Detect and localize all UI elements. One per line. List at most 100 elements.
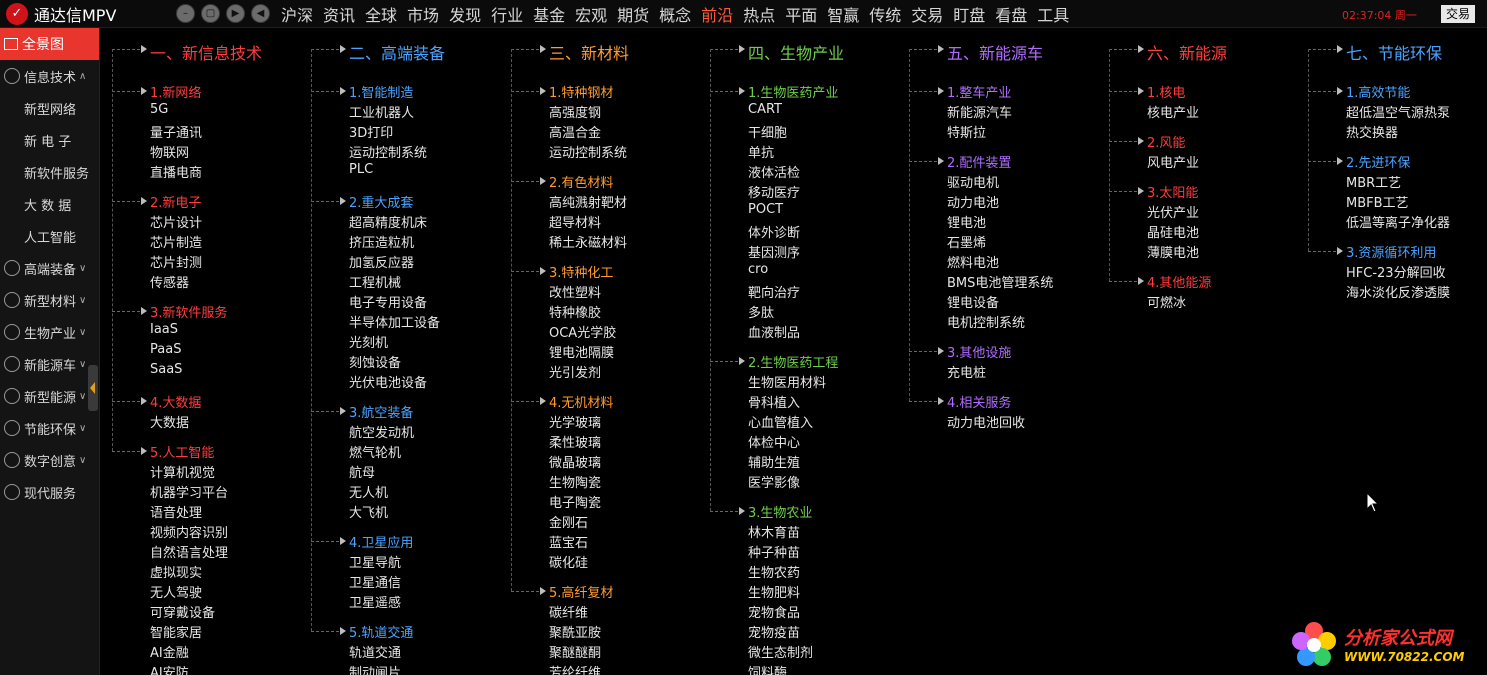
sidebar-subitem[interactable]: 新型网络 xyxy=(0,92,99,124)
concept-item[interactable]: 晶硅电池 xyxy=(1147,222,1199,241)
window-button-1[interactable]: ▢ xyxy=(201,4,220,23)
concept-item[interactable]: AI金融 xyxy=(150,642,189,661)
concept-item[interactable]: 大飞机 xyxy=(349,502,388,521)
section-title[interactable]: 3.太阳能 xyxy=(1147,182,1198,201)
concept-item[interactable]: AI安防 xyxy=(150,662,189,675)
section-title[interactable]: 2.配件装置 xyxy=(947,152,1011,171)
concept-item[interactable]: 林木育苗 xyxy=(748,522,800,541)
concept-item[interactable]: 高温合金 xyxy=(549,122,601,141)
concept-item[interactable]: PaaS xyxy=(150,342,181,357)
concept-item[interactable]: 特种橡胶 xyxy=(549,302,601,321)
concept-item[interactable]: 石墨烯 xyxy=(947,232,986,251)
concept-item[interactable]: OCA光学胶 xyxy=(549,322,616,341)
section-title[interactable]: 3.生物农业 xyxy=(748,502,812,521)
concept-item[interactable]: 聚酰亚胺 xyxy=(549,622,601,641)
top-menu-item[interactable]: 资讯 xyxy=(318,2,360,26)
sidebar-item[interactable]: 数字创意 ∨ xyxy=(0,444,99,476)
concept-item[interactable]: 充电桩 xyxy=(947,362,986,381)
concept-item[interactable]: 无人驾驶 xyxy=(150,582,202,601)
concept-item[interactable]: 基因测序 xyxy=(748,242,800,261)
concept-item[interactable]: MBFB工艺 xyxy=(1346,192,1409,211)
top-menu-item[interactable]: 宏观 xyxy=(570,2,612,26)
section-title[interactable]: 5.轨道交通 xyxy=(349,622,413,641)
concept-item[interactable]: 大数据 xyxy=(150,412,189,431)
section-title[interactable]: 2.风能 xyxy=(1147,132,1185,151)
concept-item[interactable]: 工程机械 xyxy=(349,272,401,291)
category-title[interactable]: 六、新能源 xyxy=(1147,40,1227,64)
concept-item[interactable]: 自然语言处理 xyxy=(150,542,228,561)
concept-item[interactable]: 稀土永磁材料 xyxy=(549,232,627,251)
concept-item[interactable]: 宠物食品 xyxy=(748,602,800,621)
concept-item[interactable]: 光学玻璃 xyxy=(549,412,601,431)
window-button-3[interactable]: ◀ xyxy=(251,4,270,23)
window-button-2[interactable]: ▶ xyxy=(226,4,245,23)
concept-item[interactable]: PLC xyxy=(349,162,373,177)
section-title[interactable]: 1.整车产业 xyxy=(947,82,1011,101)
category-title[interactable]: 三、新材料 xyxy=(549,40,629,64)
category-title[interactable]: 五、新能源车 xyxy=(947,40,1043,64)
section-title[interactable]: 1.生物医药产业 xyxy=(748,82,838,101)
concept-item[interactable]: 生物医用材料 xyxy=(748,372,826,391)
concept-item[interactable]: 物联网 xyxy=(150,142,189,161)
concept-item[interactable]: 无人机 xyxy=(349,482,388,501)
section-title[interactable]: 1.新网络 xyxy=(150,82,201,101)
concept-item[interactable]: 刻蚀设备 xyxy=(349,352,401,371)
concept-item[interactable]: 聚醚醚酮 xyxy=(549,642,601,661)
concept-item[interactable]: MBR工艺 xyxy=(1346,172,1401,191)
sidebar-subitem[interactable]: 人工智能 xyxy=(0,220,99,252)
concept-item[interactable]: 动力电池 xyxy=(947,192,999,211)
concept-item[interactable]: 核电产业 xyxy=(1147,102,1199,121)
concept-item[interactable]: 低温等离子净化器 xyxy=(1346,212,1450,231)
concept-item[interactable]: 芯片设计 xyxy=(150,212,202,231)
section-title[interactable]: 4.其他能源 xyxy=(1147,272,1211,291)
concept-item[interactable]: 燃气轮机 xyxy=(349,442,401,461)
top-menu-item[interactable]: 基金 xyxy=(528,2,570,26)
sidebar-item[interactable]: 高端装备 ∨ xyxy=(0,252,99,284)
top-menu-item[interactable]: 市场 xyxy=(402,2,444,26)
concept-item[interactable]: 电机控制系统 xyxy=(947,312,1025,331)
top-menu-item[interactable]: 前沿 xyxy=(696,2,738,26)
concept-item[interactable]: 干细胞 xyxy=(748,122,787,141)
section-title[interactable]: 4.无机材料 xyxy=(549,392,613,411)
concept-item[interactable]: 柔性玻璃 xyxy=(549,432,601,451)
category-title[interactable]: 二、高端装备 xyxy=(349,40,445,64)
sidebar-subitem[interactable]: 大 数 据 xyxy=(0,188,99,220)
concept-item[interactable]: 移动医疗 xyxy=(748,182,800,201)
concept-item[interactable]: 宠物疫苗 xyxy=(748,622,800,641)
top-menu-item[interactable]: 交易 xyxy=(906,2,948,26)
concept-item[interactable]: 微生态制剂 xyxy=(748,642,813,661)
concept-item[interactable]: 靶向治疗 xyxy=(748,282,800,301)
concept-item[interactable]: 直播电商 xyxy=(150,162,202,181)
concept-item[interactable]: 多肽 xyxy=(748,302,774,321)
concept-item[interactable]: 生物陶瓷 xyxy=(549,472,601,491)
section-title[interactable]: 5.高纤复材 xyxy=(549,582,613,601)
section-title[interactable]: 2.有色材料 xyxy=(549,172,613,191)
section-title[interactable]: 3.其他设施 xyxy=(947,342,1011,361)
concept-item[interactable]: 卫星导航 xyxy=(349,552,401,571)
concept-item[interactable]: 种子种苗 xyxy=(748,542,800,561)
category-title[interactable]: 一、新信息技术 xyxy=(150,40,262,64)
concept-item[interactable]: 碳化硅 xyxy=(549,552,588,571)
section-title[interactable]: 1.核电 xyxy=(1147,82,1185,101)
section-title[interactable]: 2.生物医药工程 xyxy=(748,352,838,371)
concept-item[interactable]: 语音处理 xyxy=(150,502,202,521)
top-menu-item[interactable]: 概念 xyxy=(654,2,696,26)
section-title[interactable]: 1.特种钢材 xyxy=(549,82,613,101)
concept-item[interactable]: 可穿戴设备 xyxy=(150,602,215,621)
top-menu-item[interactable]: 发现 xyxy=(444,2,486,26)
concept-item[interactable]: 薄膜电池 xyxy=(1147,242,1199,261)
concept-item[interactable]: 超导材料 xyxy=(549,212,601,231)
trade-button[interactable]: 交易 xyxy=(1441,5,1475,23)
category-title[interactable]: 七、节能环保 xyxy=(1346,40,1442,64)
concept-item[interactable]: 血液制品 xyxy=(748,322,800,341)
concept-item[interactable]: 风电产业 xyxy=(1147,152,1199,171)
sidebar-item[interactable]: 节能环保 ∨ xyxy=(0,412,99,444)
concept-item[interactable]: 5G xyxy=(150,102,168,117)
concept-item[interactable]: 高纯溅射靶材 xyxy=(549,192,627,211)
concept-item[interactable]: 锂电设备 xyxy=(947,292,999,311)
concept-item[interactable]: 轨道交通 xyxy=(349,642,401,661)
concept-item[interactable]: 传感器 xyxy=(150,272,189,291)
concept-item[interactable]: 航空发动机 xyxy=(349,422,414,441)
concept-item[interactable]: 超高精度机床 xyxy=(349,212,427,231)
concept-item[interactable]: 工业机器人 xyxy=(349,102,414,121)
